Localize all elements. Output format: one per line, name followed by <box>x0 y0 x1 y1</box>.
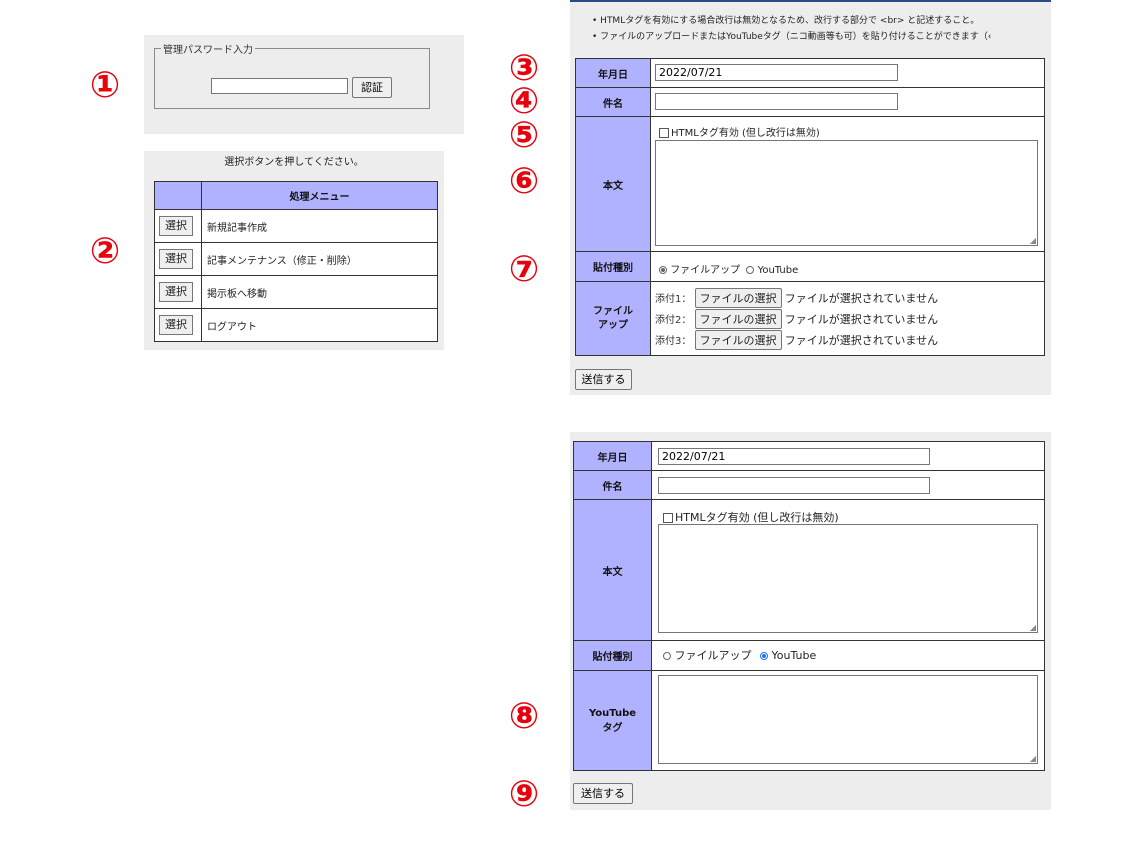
menu-instruction: 選択ボタンを押してください。 <box>224 157 364 168</box>
login-panel: 管理パスワード入力 認証 <box>144 35 464 134</box>
panel-top-rule <box>570 0 1051 2</box>
post-form-youtube-panel: 年月日 件名 本文 貼付種別 YouTube タグ 2022/07/21 HTM… <box>570 432 1051 810</box>
marker-7: ⑦ <box>508 249 540 290</box>
submit-button[interactable]: 送信する <box>573 783 633 804</box>
menu-header: 処理メニュー <box>201 181 438 210</box>
radio-file-upload[interactable] <box>659 266 667 274</box>
marker-5: ⑤ <box>508 115 540 156</box>
html-checkbox[interactable] <box>663 513 673 523</box>
menu-row: 選択 掲示板へ移動 <box>154 275 438 309</box>
password-fieldset: 管理パスワード入力 <box>154 41 430 109</box>
radio-youtube[interactable] <box>746 266 755 274</box>
select-button-maintenance[interactable]: 選択 <box>159 249 193 269</box>
password-input[interactable] <box>211 78 348 94</box>
attachment-label: 添付2： <box>655 315 692 326</box>
youtube-tag-label-line1: YouTube <box>588 707 637 719</box>
resize-grip-icon: ◢ <box>1029 236 1036 245</box>
youtube-tag-textarea[interactable]: ◢ <box>658 675 1038 764</box>
select-button-board[interactable]: 選択 <box>159 282 193 302</box>
note-1-text: HTMLタグを有効にする場合改行は無効となるため、改行する部分で <br> と記… <box>600 16 980 26</box>
attach-type-label: 貼付種別 <box>573 640 652 671</box>
date-label: 年月日 <box>575 58 651 88</box>
auth-button[interactable]: 認証 <box>352 77 392 98</box>
html-checkbox-row[interactable]: HTMLタグ有効 (但し改行は無効) <box>663 509 839 525</box>
subject-input[interactable] <box>655 93 898 110</box>
body-label: 本文 <box>575 116 651 252</box>
radio-file-upload[interactable] <box>663 652 671 660</box>
body-label: 本文 <box>573 499 652 641</box>
select-button-new-post[interactable]: 選択 <box>159 216 193 236</box>
note-1: • HTMLタグを有効にする場合改行は無効となるため、改行する部分で <br> … <box>592 16 980 26</box>
file-upload-label-line1: ファイル <box>593 305 633 317</box>
menu-header-blank <box>154 181 202 210</box>
html-checkbox-label: HTMLタグ有効 (但し改行は無効) <box>675 511 839 524</box>
attachment-label: 添付3： <box>655 336 692 347</box>
menu-row: 選択 ログアウト <box>154 308 438 342</box>
attach-type-label: 貼付種別 <box>575 251 651 282</box>
radio-youtube[interactable] <box>760 652 768 660</box>
subject-label: 件名 <box>573 470 652 500</box>
menu-panel: 選択ボタンを押してください。 処理メニュー 選択 新規記事作成 選択 記事メンテ… <box>144 151 444 350</box>
submit-button[interactable]: 送信する <box>575 369 632 390</box>
file-select-button[interactable]: ファイルの選択 <box>694 288 782 308</box>
file-select-button[interactable]: ファイルの選択 <box>694 330 782 350</box>
html-checkbox-label: HTMLタグ有効 (但し改行は無効) <box>671 128 820 139</box>
select-button-logout[interactable]: 選択 <box>159 315 193 335</box>
attachment-row: 添付3： ファイルの選択 ファイルが選択されていません <box>655 330 938 350</box>
menu-item-maintenance: 記事メンテナンス（修正・削除） <box>201 242 438 276</box>
menu-table: 処理メニュー 選択 新規記事作成 選択 記事メンテナンス（修正・削除） 選択 掲… <box>154 181 438 342</box>
password-legend: 管理パスワード入力 <box>163 45 253 56</box>
file-select-button[interactable]: ファイルの選択 <box>694 309 782 329</box>
youtube-tag-label-line2: タグ <box>602 722 623 734</box>
post-form-file-panel: • HTMLタグを有効にする場合改行は無効となるため、改行する部分で <br> … <box>570 0 1051 395</box>
attachment-status: ファイルが選択されていません <box>784 334 939 347</box>
menu-item-new-post: 新規記事作成 <box>201 209 438 243</box>
date-input[interactable]: 2022/07/21 <box>655 64 898 81</box>
resize-grip-icon: ◢ <box>1029 623 1036 632</box>
note-2: • ファイルのアップロードまたはYouTubeタグ（ニコ動画等も可）を貼り付ける… <box>592 32 992 42</box>
subject-label: 件名 <box>575 87 651 117</box>
date-label: 年月日 <box>573 441 652 471</box>
attachment-status: ファイルが選択されていません <box>784 313 939 326</box>
marker-2: ② <box>89 231 121 272</box>
subject-input[interactable] <box>658 477 930 494</box>
marker-6: ⑥ <box>508 161 540 202</box>
marker-8: ⑧ <box>508 696 540 737</box>
marker-9: ⑨ <box>508 774 540 815</box>
attachment-label: 添付1： <box>655 294 692 305</box>
menu-row: 選択 記事メンテナンス（修正・削除） <box>154 242 438 276</box>
radio-file-upload-label: ファイルアップ <box>674 649 752 662</box>
attachment-row: 添付2： ファイルの選択 ファイルが選択されていません <box>655 309 938 329</box>
attachment-row: 添付1： ファイルの選択 ファイルが選択されていません <box>655 288 938 308</box>
menu-row: 選択 新規記事作成 <box>154 209 438 243</box>
attachment-status: ファイルが選択されていません <box>784 292 939 305</box>
radio-file-upload-label: ファイルアップ <box>670 265 741 276</box>
menu-item-board: 掲示板へ移動 <box>201 275 438 309</box>
file-upload-label: ファイル アップ <box>575 281 651 356</box>
note-2-text: ファイルのアップロードまたはYouTubeタグ（ニコ動画等も可）を貼り付けること… <box>600 32 992 42</box>
marker-1: ① <box>89 65 121 106</box>
youtube-tag-label: YouTube タグ <box>573 670 652 771</box>
radio-youtube-label: YouTube <box>771 649 817 662</box>
attach-type-radios: ファイルアップ YouTube <box>659 261 798 276</box>
radio-youtube-label: YouTube <box>757 265 799 276</box>
body-textarea[interactable]: ◢ <box>658 524 1038 633</box>
html-checkbox[interactable] <box>659 128 669 138</box>
file-upload-label-line2: アップ <box>598 319 628 331</box>
html-checkbox-row[interactable]: HTMLタグ有効 (但し改行は無効) <box>659 124 820 139</box>
body-textarea[interactable]: ◢ <box>655 140 1038 246</box>
resize-grip-icon: ◢ <box>1029 754 1036 763</box>
date-input[interactable]: 2022/07/21 <box>658 448 930 465</box>
menu-item-logout: ログアウト <box>201 308 438 342</box>
attach-type-radios: ファイルアップ YouTube <box>663 647 816 663</box>
